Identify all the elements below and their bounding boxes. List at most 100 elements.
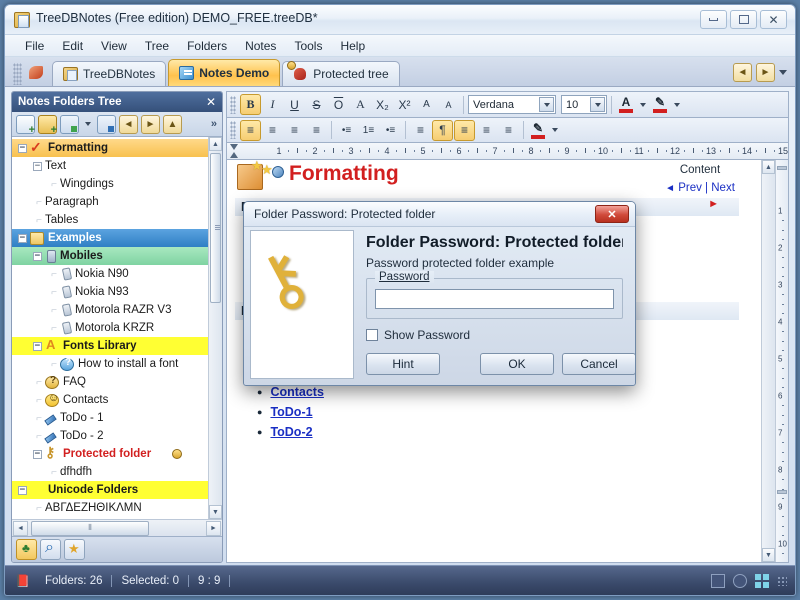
scroll-up-button[interactable]: ▲: [762, 160, 775, 174]
toolbar-overflow-button[interactable]: »: [211, 118, 217, 130]
chevron-down-icon[interactable]: [674, 102, 680, 107]
up-button[interactable]: ▲: [163, 114, 182, 134]
chevron-down-icon[interactable]: [85, 122, 91, 126]
link-todo-2[interactable]: ToDo-2: [270, 425, 312, 439]
toolbar-grip[interactable]: [230, 121, 236, 139]
tree-node[interactable]: − Fonts Library: [12, 337, 208, 355]
password-input[interactable]: [375, 289, 614, 309]
tree-node[interactable]: ⌐ dfhdfh: [12, 463, 208, 481]
shrink-font-button[interactable]: A: [438, 94, 459, 115]
superscript-button[interactable]: X²: [394, 94, 415, 115]
link-icon[interactable]: [733, 573, 747, 588]
forward-button[interactable]: ►: [141, 114, 160, 134]
underline-button[interactable]: U: [284, 94, 305, 115]
align-justify-button[interactable]: ≡: [306, 120, 327, 141]
tree-node[interactable]: − Protected folder: [12, 444, 208, 463]
tree-node[interactable]: ⌐ ToDo - 1: [12, 409, 208, 427]
prev-next-links[interactable]: ◄ Prev | Next: [645, 182, 755, 194]
menu-item-help[interactable]: Help: [332, 37, 373, 55]
bullet-list-button[interactable]: •≡: [336, 120, 357, 141]
layout-icon[interactable]: [755, 573, 769, 588]
subscript-button[interactable]: X₂: [372, 94, 393, 115]
tab-notes-demo[interactable]: Notes Demo: [168, 59, 281, 86]
tab-treedbnotes[interactable]: TreeDBNotes: [52, 61, 167, 86]
tree-node[interactable]: ⌐ How to install a font: [12, 355, 208, 373]
list-item[interactable]: ToDo-1: [257, 402, 761, 422]
new-note-icon[interactable]: [16, 114, 35, 136]
menu-item-tools[interactable]: Tools: [286, 37, 330, 55]
show-marks-button[interactable]: ¶: [432, 119, 453, 141]
tree-node[interactable]: − Examples: [12, 229, 208, 247]
indent-marker[interactable]: [230, 144, 239, 158]
numbered-list-button[interactable]: 1≡: [358, 120, 379, 141]
show-password-checkbox[interactable]: [366, 329, 378, 341]
tree-node[interactable]: ⌐ ToDo - 2: [12, 427, 208, 445]
prev-link[interactable]: Prev: [678, 182, 702, 194]
scroll-thumb[interactable]: [210, 153, 221, 303]
background-color-button[interactable]: ✎: [528, 120, 548, 141]
scroll-down-button[interactable]: ▼: [209, 505, 222, 519]
paragraph-settings-button[interactable]: ≡: [410, 120, 431, 141]
decrease-indent-button[interactable]: ≡: [476, 120, 497, 141]
italic-button[interactable]: I: [262, 94, 283, 115]
hint-button[interactable]: Hint: [366, 353, 440, 375]
link-contacts[interactable]: Contacts: [270, 385, 323, 399]
toolbar-grip[interactable]: [13, 63, 22, 85]
list-item[interactable]: ToDo-2: [257, 422, 761, 442]
font-name-combo[interactable]: Verdana: [468, 95, 556, 114]
toolbar-grip[interactable]: [230, 95, 236, 114]
tree-node[interactable]: ⌐ Paragraph: [12, 193, 208, 211]
tree-node[interactable]: − Formatting: [12, 139, 208, 157]
expander-icon[interactable]: −: [18, 233, 27, 243]
tree-horizontal-scrollbar[interactable]: ◄ ⦀ ►: [12, 519, 222, 536]
chevron-down-icon[interactable]: [539, 97, 554, 112]
ok-button[interactable]: OK: [480, 353, 554, 375]
home-icon[interactable]: [26, 62, 48, 84]
tree-green-icon[interactable]: [60, 114, 79, 134]
tree-node[interactable]: ⌐ Nokia N90: [12, 265, 208, 283]
chevron-down-icon[interactable]: [552, 128, 558, 132]
maximize-button[interactable]: [730, 10, 757, 29]
align-right-button[interactable]: ≡: [284, 120, 305, 141]
expander-icon[interactable]: −: [18, 143, 27, 153]
vruler-margin-marker[interactable]: [777, 166, 787, 170]
tree-node[interactable]: − Unicode Folders: [12, 481, 208, 499]
chevron-down-icon[interactable]: [640, 102, 646, 107]
expander-icon[interactable]: −: [33, 449, 42, 459]
tab-next-button[interactable]: ►: [756, 63, 775, 82]
editor-vertical-scrollbar[interactable]: ▲ ▼: [761, 160, 775, 562]
grow-font-button[interactable]: A: [416, 94, 437, 115]
hscroll-thumb[interactable]: ⦀: [31, 520, 149, 536]
tree-node[interactable]: − Text: [12, 157, 208, 175]
tree-node[interactable]: ⌐ FAQ: [12, 373, 208, 391]
menu-item-file[interactable]: File: [17, 37, 52, 55]
bold-button[interactable]: B: [240, 94, 261, 115]
align-left-button[interactable]: ≡: [240, 119, 261, 141]
menu-item-notes[interactable]: Notes: [237, 37, 284, 55]
scroll-up-button[interactable]: ▲: [209, 137, 222, 151]
vertical-ruler[interactable]: 1 2 3 4 5 6 7 8 9 10: [775, 160, 788, 562]
tree-node[interactable]: ⌐ Motorola KRZR: [12, 319, 208, 337]
tree-vertical-scrollbar[interactable]: ▲ ▼: [208, 137, 222, 519]
edit-mode-icon[interactable]: [711, 573, 725, 588]
strikethrough-button[interactable]: S: [306, 94, 327, 115]
cancel-button[interactable]: Cancel: [562, 353, 635, 375]
font-style-button[interactable]: A: [350, 94, 371, 115]
scroll-down-button[interactable]: ▼: [762, 548, 775, 562]
search-button[interactable]: [40, 539, 61, 560]
overline-button[interactable]: O: [328, 94, 349, 115]
minimize-button[interactable]: [700, 10, 727, 29]
menu-item-view[interactable]: View: [93, 37, 135, 55]
tree-node[interactable]: ⌐ Contacts: [12, 391, 208, 409]
hscroll-track[interactable]: ⦀: [29, 520, 205, 536]
tab-prev-button[interactable]: ◄: [733, 63, 752, 82]
expander-icon[interactable]: −: [33, 341, 42, 351]
vruler-margin-marker[interactable]: [777, 490, 787, 494]
folder-password-dialog[interactable]: Folder Password: Protected folder ✕ ⚷ Fo…: [243, 201, 636, 386]
tree-node[interactable]: ⌐ ΑΒΓΔΕΖΗΘΙΚΛΜΝ: [12, 499, 208, 517]
folders-tree[interactable]: −Formatting−Text⌐Wingdings⌐Paragraph⌐Tab…: [12, 137, 222, 519]
tree-node[interactable]: ⌐ Motorola RAZR V3: [12, 301, 208, 319]
highlight-color-button[interactable]: ✎: [650, 94, 670, 115]
tree-node[interactable]: − Mobiles: [12, 247, 208, 265]
outline-list-button[interactable]: •≡: [380, 120, 401, 141]
